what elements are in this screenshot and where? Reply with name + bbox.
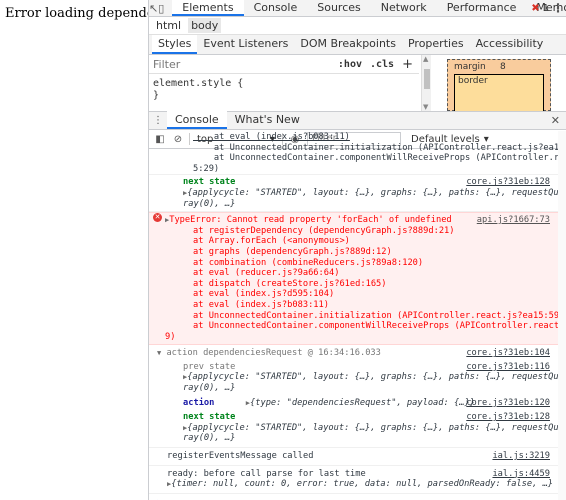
cls-toggle[interactable]: .cls [370,59,394,70]
log-message-line: registerEventsMessage called ial.js:3219 [167,451,550,462]
error-icon[interactable]: ✖ [531,3,539,14]
log-object-line: ray(0), …} [183,383,236,394]
breadcrumb-html[interactable]: html [153,18,184,33]
tab-styles[interactable]: Styles [152,35,198,54]
devtools-tabbar: ↖ ▯ Elements Console Sources Network Per… [149,0,566,17]
drawer-tab-console[interactable]: Console [167,111,227,129]
box-model-diagram: margin 8 border [447,59,551,114]
inspect-icon[interactable]: ↖ [149,0,158,16]
source-link[interactable]: core.js?31eb:104 [466,348,550,359]
action-line[interactable]: action ▶{type: "dependenciesRequest", pa… [149,398,566,409]
scroll-down-icon[interactable]: ▼ [423,103,428,111]
styles-filter-input[interactable]: Filter [149,58,338,71]
styles-pane: Filter :hov .cls + element.style { } ▲ ▼… [149,55,566,114]
tab-event-listeners[interactable]: Event Listeners [197,35,294,54]
log-entry-next-state: next state core.js?31eb:128 ▶{applycycle:… [149,175,566,213]
tab-sources[interactable]: Sources [307,0,371,16]
log-entry-error: ✕ ▶TypeError: Cannot read property 'forE… [149,212,566,346]
trace-continuation: at eval (index.js?b083:11) at Unconnecte… [149,131,566,176]
error-trace-line[interactable]: at eval (index.js?d595:104) [149,289,566,300]
log-entry-register: registerEventsMessage called ial.js:3219 [149,448,566,466]
console-prompt[interactable]: > [149,494,566,500]
tab-performance[interactable]: Performance [437,0,527,16]
drawer-tabbar: ⋮ Console What's New ✕ [149,111,566,130]
next-state-label: next state core.js?31eb:128 [183,412,550,423]
new-style-rule-button[interactable]: + [402,57,413,72]
trace-line: at eval (index.js?b083:11) [193,132,350,142]
error-trace-line: 9) [165,331,176,342]
border-label: border [458,76,488,86]
margin-label: margin [454,62,486,72]
log-object-line[interactable]: ▶{applycycle: "STARTED", layout: {…}, gr… [149,423,566,434]
error-trace-line[interactable]: at registerDependency (dependencyGraph.j… [149,226,566,237]
collapse-arrow-icon[interactable]: ▼ [157,349,161,357]
log-label-line: next state core.js?31eb:128 [183,177,550,188]
devtools-panel: ↖ ▯ Elements Console Sources Network Per… [148,0,566,500]
tab-elements[interactable]: Elements [172,0,244,16]
tab-network[interactable]: Network [371,0,437,16]
group-header[interactable]: ▼ action dependenciesRequest @ 16:34:16.… [149,348,566,359]
source-link[interactable]: ial.js:3219 [492,451,550,462]
source-link[interactable]: core.js?31eb:116 [466,362,550,373]
error-trace-line[interactable]: at Array.forEach (<anonymous>) [149,236,566,247]
error-trace-line[interactable]: at UnconnectedContainer.componentWillRec… [149,321,566,332]
margin-value[interactable]: 8 [500,62,506,72]
breadcrumb: html body [149,17,566,35]
log-object-line[interactable]: ▶{applycycle: "STARTED", layout: {…}, gr… [149,188,566,199]
tab-dom-breakpoints[interactable]: DOM Breakpoints [294,35,402,54]
log-object-line[interactable]: ▶{timer: null, count: 0, error: true, da… [149,479,566,490]
error-message-line[interactable]: ▶TypeError: Cannot read property 'forEac… [149,215,566,226]
breadcrumb-body[interactable]: body [188,18,222,33]
scroll-thumb[interactable] [424,69,430,89]
tab-console[interactable]: Console [244,0,308,16]
trace-line: 5:29) [193,163,220,174]
error-trace-line[interactable]: at UnconnectedContainer.initialization (… [149,311,566,322]
scroll-up-icon[interactable]: ▲ [423,55,428,63]
log-object-line: ray(0), …} [183,198,236,209]
log-group-action: ▼ action dependenciesRequest @ 16:34:16.… [149,345,566,449]
trace-line: at UnconnectedContainer.initialization (… [193,142,566,153]
source-link[interactable]: core.js?31eb:120 [466,398,550,409]
error-trace-line[interactable]: at eval (index.js?b083:11) [149,300,566,311]
error-trace-line[interactable]: at eval (reducer.js?9a66:64) [149,268,566,279]
tab-properties[interactable]: Properties [402,35,470,54]
source-link[interactable]: core.js?31eb:128 [466,412,550,423]
close-icon[interactable]: ✕ [551,114,560,127]
error-count[interactable]: 1 [543,3,549,14]
source-link[interactable]: ial.js:4459 [492,469,550,480]
styles-subtabs: Styles Event Listeners DOM Breakpoints P… [149,35,566,55]
console-log: at eval (index.js?b083:11) at Unconnecte… [149,131,566,500]
error-trace-line[interactable]: at dispatch (createStore.js?61ed:165) [149,279,566,290]
prev-state-label: prev state core.js?31eb:116 [183,361,550,373]
tabbar-right: ✖ 1 ⋮ [531,1,564,15]
drawer-menu-icon[interactable]: ⋮ [149,111,167,129]
hov-toggle[interactable]: :hov [338,59,362,70]
styles-scrollbar[interactable]: ▲ ▼ [421,55,431,111]
border-box: border [454,74,544,114]
tab-accessibility[interactable]: Accessibility [470,35,550,54]
drawer-tab-whats-new[interactable]: What's New [227,111,308,129]
styles-filter-row: Filter :hov .cls + [149,55,419,74]
source-link[interactable]: core.js?31eb:128 [466,177,550,188]
trace-line: at UnconnectedContainer.componentWillRec… [213,153,566,164]
error-trace-line[interactable]: at combination (combineReducers.js?89a8:… [149,258,566,269]
kebab-menu-icon[interactable]: ⋮ [552,1,564,15]
source-link[interactable]: api.js?1667:73 [477,215,550,226]
console-scrollbar[interactable] [558,131,566,500]
log-message-line: ready: before call parse for last time ia… [167,468,550,480]
log-object-line: ray(0), …} [183,433,236,444]
error-trace-line[interactable]: at graphs (dependencyGraph.js?889d:12) [149,247,566,258]
device-toolbar-icon[interactable]: ▯ [158,0,164,16]
log-entry-ready: ready: before call parse for last time ia… [149,466,566,494]
log-object-line[interactable]: ▶{applycycle: "STARTED", layout: {…}, gr… [149,372,566,383]
